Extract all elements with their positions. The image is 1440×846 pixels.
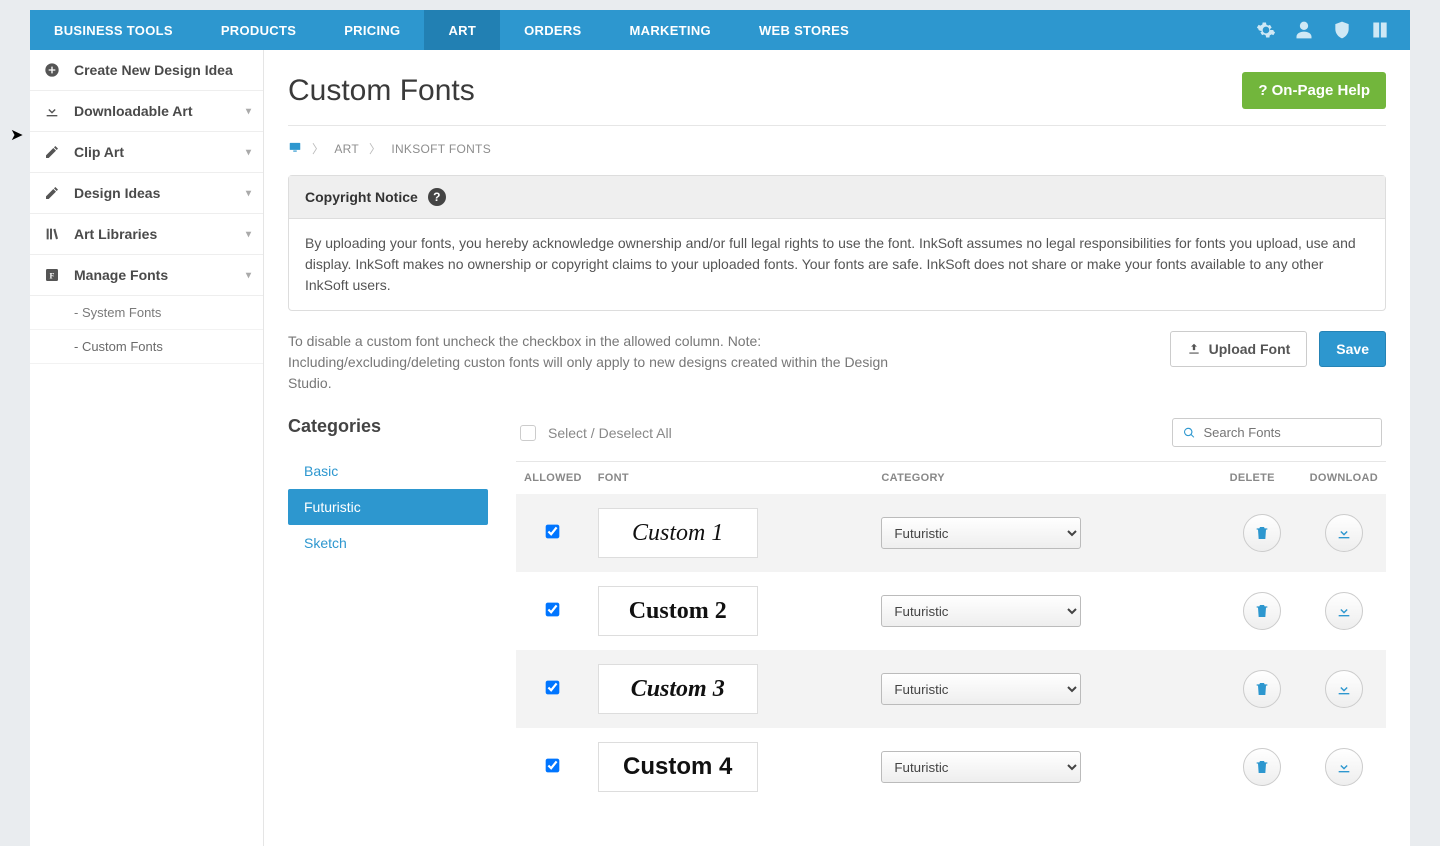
page-title: Custom Fonts <box>288 74 475 108</box>
delete-button[interactable] <box>1243 592 1281 630</box>
category-select[interactable]: Futuristic <box>881 517 1081 549</box>
nav-art[interactable]: ART <box>424 10 500 50</box>
sidebar-item-label: Create New Design Idea <box>74 62 233 78</box>
upload-font-button[interactable]: Upload Font <box>1170 331 1308 367</box>
sidebar-downloadable-art[interactable]: Downloadable Art ▾ <box>30 91 263 132</box>
chevron-down-icon: ▾ <box>246 188 251 199</box>
pencil-icon <box>44 144 64 160</box>
download-icon <box>44 103 64 119</box>
select-all-label: Select / Deselect All <box>548 425 672 441</box>
nav-orders[interactable]: ORDERS <box>500 10 605 50</box>
col-download: DOWNLOAD <box>1302 462 1386 494</box>
table-row: Custom 4 Futuristic <box>516 728 1386 806</box>
col-delete: DELETE <box>1222 462 1302 494</box>
search-input[interactable] <box>1203 425 1371 440</box>
category-basic[interactable]: Basic <box>288 453 488 489</box>
nav-pricing[interactable]: PRICING <box>320 10 424 50</box>
top-navbar: BUSINESS TOOLS PRODUCTS PRICING ART ORDE… <box>30 10 1410 50</box>
breadcrumb-separator: 〉 <box>369 140 381 157</box>
select-all-checkbox[interactable] <box>520 425 536 441</box>
delete-button[interactable] <box>1243 670 1281 708</box>
col-category: CATEGORY <box>873 462 1221 494</box>
shield-icon[interactable] <box>1332 20 1352 40</box>
chevron-down-icon: ▾ <box>246 147 251 158</box>
table-row: Custom 3 Futuristic <box>516 650 1386 728</box>
category-select[interactable]: Futuristic <box>881 673 1081 705</box>
sidebar-item-label: Art Libraries <box>74 226 157 242</box>
disable-note: To disable a custom font uncheck the che… <box>288 331 908 394</box>
font-preview: Custom 4 <box>598 742 758 792</box>
table-row: Custom 2 Futuristic <box>516 572 1386 650</box>
sidebar-item-label: Design Ideas <box>74 185 160 201</box>
sidebar-custom-fonts[interactable]: - Custom Fonts <box>30 330 263 364</box>
breadcrumb: 〉 ART 〉 INKSOFT FONTS <box>288 140 1386 157</box>
download-button[interactable] <box>1325 748 1363 786</box>
download-button[interactable] <box>1325 670 1363 708</box>
font-preview: Custom 2 <box>598 586 758 636</box>
allowed-checkbox[interactable] <box>546 759 560 773</box>
allowed-checkbox[interactable] <box>546 603 560 617</box>
category-select[interactable]: Futuristic <box>881 595 1081 627</box>
sidebar-item-label: Downloadable Art <box>74 103 193 119</box>
category-futuristic[interactable]: Futuristic <box>288 489 488 525</box>
copyright-notice: Copyright Notice ? By uploading your fon… <box>288 175 1386 311</box>
categories-heading: Categories <box>288 416 488 437</box>
table-row: Custom 1 Futuristic <box>516 494 1386 572</box>
sidebar-create-new-design[interactable]: Create New Design Idea <box>30 50 263 91</box>
help-icon[interactable]: ? <box>428 188 446 206</box>
pencil-icon <box>44 185 64 201</box>
sidebar-item-label: Clip Art <box>74 144 124 160</box>
chevron-down-icon: ▾ <box>246 229 251 240</box>
breadcrumb-inksoft-fonts: INKSOFT FONTS <box>391 142 491 156</box>
font-icon: F <box>44 267 64 283</box>
category-sketch[interactable]: Sketch <box>288 525 488 561</box>
sidebar: Create New Design Idea Downloadable Art … <box>30 50 264 846</box>
gear-icon[interactable] <box>1256 20 1276 40</box>
sidebar-art-libraries[interactable]: Art Libraries ▾ <box>30 214 263 255</box>
font-preview: Custom 1 <box>598 508 758 558</box>
category-select[interactable]: Futuristic <box>881 751 1081 783</box>
notice-title: Copyright Notice <box>305 189 418 205</box>
sidebar-system-fonts[interactable]: - System Fonts <box>30 296 263 330</box>
library-icon <box>44 226 64 242</box>
home-icon[interactable] <box>288 140 302 157</box>
font-preview: Custom 3 <box>598 664 758 714</box>
nav-business-tools[interactable]: BUSINESS TOOLS <box>30 10 197 50</box>
nav-products[interactable]: PRODUCTS <box>197 10 320 50</box>
col-font: FONT <box>590 462 874 494</box>
upload-font-label: Upload Font <box>1209 341 1291 357</box>
book-icon[interactable] <box>1370 20 1390 40</box>
plus-circle-icon <box>44 62 64 78</box>
sidebar-design-ideas[interactable]: Design Ideas ▾ <box>30 173 263 214</box>
user-icon[interactable] <box>1294 20 1314 40</box>
notice-body: By uploading your fonts, you hereby ackn… <box>289 219 1385 310</box>
col-allowed: ALLOWED <box>516 462 590 494</box>
chevron-down-icon: ▾ <box>246 270 251 281</box>
delete-button[interactable] <box>1243 514 1281 552</box>
sidebar-item-label: Manage Fonts <box>74 267 168 283</box>
on-page-help-button[interactable]: ? On-Page Help <box>1242 72 1386 109</box>
breadcrumb-art[interactable]: ART <box>334 142 359 156</box>
sidebar-manage-fonts[interactable]: F Manage Fonts ▾ <box>30 255 263 296</box>
breadcrumb-separator: 〉 <box>312 140 324 157</box>
search-icon <box>1183 426 1195 440</box>
mouse-cursor: ➤ <box>10 125 23 145</box>
download-button[interactable] <box>1325 592 1363 630</box>
delete-button[interactable] <box>1243 748 1281 786</box>
allowed-checkbox[interactable] <box>546 681 560 695</box>
save-button[interactable]: Save <box>1319 331 1386 367</box>
chevron-down-icon: ▾ <box>246 106 251 117</box>
download-button[interactable] <box>1325 514 1363 552</box>
sidebar-clip-art[interactable]: Clip Art ▾ <box>30 132 263 173</box>
svg-text:F: F <box>50 271 55 280</box>
nav-marketing[interactable]: MARKETING <box>606 10 735 50</box>
search-fonts[interactable] <box>1172 418 1382 447</box>
allowed-checkbox[interactable] <box>546 525 560 539</box>
nav-web-stores[interactable]: WEB STORES <box>735 10 873 50</box>
